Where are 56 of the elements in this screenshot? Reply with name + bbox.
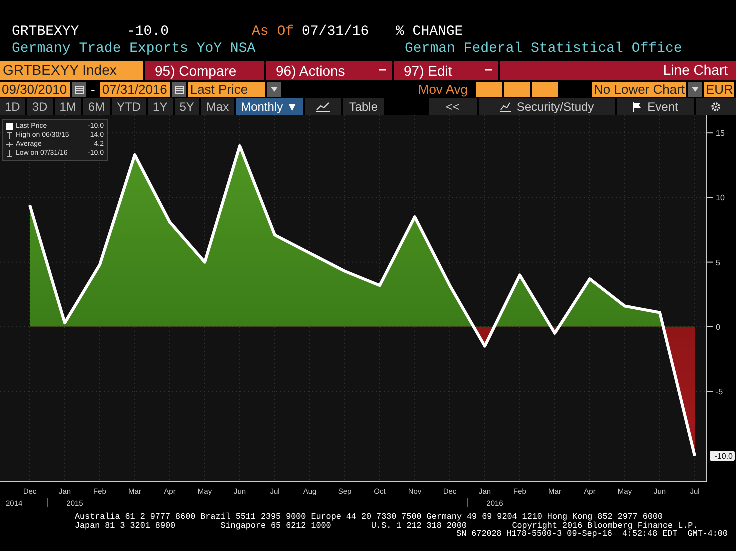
session-info: SN 672028 H178-5500-3 09-Sep-16 4:52:48 EDT GMT-4:00 [456, 530, 729, 539]
event-button[interactable]: Event [617, 98, 694, 115]
period-tab[interactable]: 1Y [148, 98, 173, 115]
calendar-icon[interactable] [74, 86, 84, 94]
contact-line: Australia 61 2 9777 8600 Brazil 5511 2395 9000 Europe 44 20 7330 7500 Germany 49 69 9204 1210 Hong Kong 852 2977 6000 [74, 513, 664, 522]
table-button[interactable]: Table [343, 98, 384, 115]
mov-avg-label: Mov Avg [418, 82, 468, 97]
axis-label: 10 [716, 194, 725, 203]
ticker: GRTBEXYY [12, 24, 80, 41]
axis-label: -5 [716, 388, 724, 397]
axis-label: 15 [716, 129, 725, 138]
average-marker-icon [6, 141, 13, 148]
collapse-button[interactable]: << [429, 98, 477, 115]
as-of-label: As Of [252, 24, 296, 41]
flag-icon [632, 102, 642, 112]
units: % CHANGE [396, 24, 464, 41]
period-tab[interactable]: Monthly ▼ [236, 98, 304, 115]
period-tab[interactable]: 1M [54, 98, 82, 115]
calendar-icon[interactable] [174, 86, 184, 94]
value-label: -10.0 [710, 451, 735, 462]
mov-avg-field[interactable] [532, 82, 558, 97]
low-marker-icon [6, 150, 13, 157]
study-button[interactable]: Security/Study [479, 98, 615, 115]
mov-avg-field[interactable] [504, 82, 530, 97]
axis-label: 5 [716, 258, 720, 268]
description: Germany Trade Exports YoY NSA [12, 41, 257, 58]
period-tab[interactable]: 5Y [174, 98, 200, 115]
start-date-field[interactable]: 09/30/2010 [0, 82, 70, 97]
period-tab[interactable]: 3D [27, 98, 53, 115]
high-marker-icon [6, 132, 13, 139]
period-tab[interactable]: YTD [112, 98, 146, 115]
date-separator: - [90, 82, 96, 97]
axis-label: 0 [716, 322, 720, 332]
chart-type: Line Chart [500, 61, 736, 80]
security-field[interactable]: GRTBEXYY Index [0, 61, 143, 80]
as-of-date: 07/31/16 [302, 24, 370, 41]
mov-avg-field[interactable] [476, 82, 502, 97]
settings-icon [711, 102, 721, 112]
square-icon [6, 123, 13, 130]
line-chart-icon [316, 102, 330, 112]
menu-button[interactable]: 95) Compare [145, 61, 264, 80]
menu-button[interactable]: 96) Actions [266, 61, 392, 80]
contact-line: Japan 81 3 3201 8900 Singapore 65 6212 1000 U.S. 1 212 318 2000 Copyright 2016 Bloomberg Finance L.P. [74, 522, 698, 530]
period-tab[interactable]: 6M [83, 98, 110, 115]
study-icon [500, 102, 511, 112]
last-value: -10.0 [127, 24, 170, 41]
chart-style-button[interactable] [305, 98, 342, 115]
period-tab[interactable]: Max [201, 98, 234, 115]
source: German Federal Statistical Office [405, 41, 682, 58]
settings-button[interactable] [696, 98, 736, 115]
menu-button[interactable]: 97) Edit [394, 61, 498, 80]
period-tab[interactable]: 1D [0, 98, 26, 115]
field-dropdown[interactable]: Last Price [188, 82, 266, 97]
currency-field[interactable]: EUR [704, 82, 734, 97]
end-date-field[interactable]: 07/31/2016 [100, 82, 170, 97]
lower-chart-dropdown[interactable]: No Lower Chart [592, 82, 686, 97]
